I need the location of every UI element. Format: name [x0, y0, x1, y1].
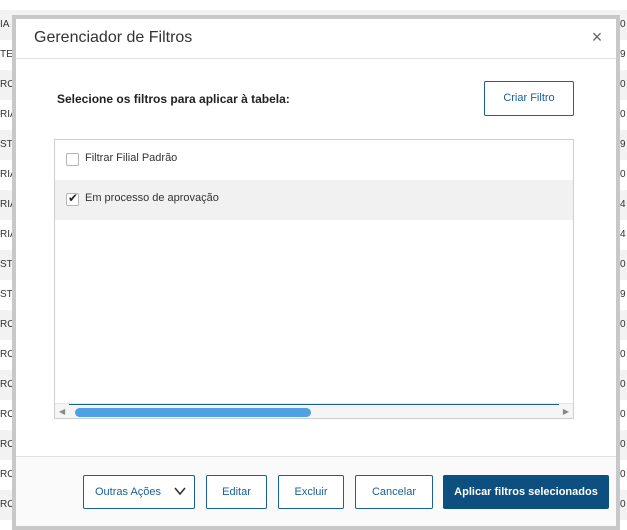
table-cell: 0 — [620, 379, 626, 390]
table-cell: RO — [0, 439, 12, 450]
filter-label: Filtrar Filial Padrão — [85, 152, 178, 164]
table-cell: RO — [0, 319, 12, 330]
table-cell: RIA — [0, 199, 12, 210]
list-item[interactable]: Filtrar Filial Padrão — [55, 140, 573, 180]
table-cell: ST — [0, 259, 12, 270]
scroll-right-icon[interactable]: ▶ — [563, 407, 569, 416]
scroll-left-icon[interactable]: ◀ — [59, 407, 65, 416]
create-filter-button[interactable]: Criar Filtro — [484, 81, 574, 116]
table-cell: 0 — [620, 79, 626, 90]
table-cell: RO — [0, 499, 12, 510]
table-cell: 9 — [620, 49, 626, 60]
table-cell: RIA — [0, 229, 12, 240]
table-cell: 0 — [620, 169, 626, 180]
table-cell: ST — [0, 289, 12, 300]
table-cell: RIA — [0, 109, 12, 120]
table-cell: 4 — [620, 229, 626, 240]
table-cell: RO — [0, 379, 12, 390]
table-cell: ST — [0, 139, 12, 150]
table-cell: 0 — [620, 409, 626, 420]
dialog-header: Gerenciador de Filtros × — [16, 19, 616, 59]
filter-label: Em processo de aprovação — [85, 192, 219, 204]
table-cell: 0 — [620, 19, 626, 30]
other-actions-label: Outras Ações — [95, 486, 162, 498]
table-cell: 0 — [620, 259, 626, 270]
filter-list: Filtrar Filial Padrão ✔ Em processo de a… — [54, 139, 574, 419]
delete-button[interactable]: Excluir — [278, 475, 344, 509]
table-cell: RIA — [0, 169, 12, 180]
table-cell: 9 — [620, 139, 626, 150]
table-cell: RO — [0, 349, 12, 360]
table-cell: 0 — [620, 319, 626, 330]
cancel-button[interactable]: Cancelar — [355, 475, 433, 509]
filter-checkbox[interactable] — [66, 153, 79, 166]
scrollbar-track — [69, 404, 559, 405]
table-cell: 0 — [620, 109, 626, 120]
table-cell: TE — [0, 49, 12, 60]
instructions-label: Selecione os filtros para aplicar à tabe… — [57, 92, 290, 106]
scrollbar-thumb[interactable] — [75, 408, 311, 417]
edit-button[interactable]: Editar — [206, 475, 267, 509]
filter-manager-dialog: Gerenciador de Filtros × Selecione os fi… — [16, 19, 616, 526]
chevron-down-icon — [174, 487, 186, 496]
close-icon[interactable]: × — [588, 27, 606, 47]
table-cell: RO — [0, 409, 12, 420]
dialog-title: Gerenciador de Filtros — [34, 29, 193, 46]
table-cell: 0 — [620, 469, 626, 480]
dialog-footer: Outras Ações Editar Excluir Cancelar Apl… — [16, 456, 616, 526]
list-item[interactable]: ✔ Em processo de aprovação — [55, 180, 573, 220]
table-cell: IA — [0, 19, 10, 30]
table-cell: RO — [0, 469, 12, 480]
table-cell: 0 — [620, 439, 626, 450]
checkmark-icon: ✔ — [68, 191, 79, 205]
table-cell: 0 — [620, 349, 626, 360]
horizontal-scrollbar[interactable]: ◀ ▶ — [55, 403, 573, 418]
table-cell: 4 — [620, 199, 626, 210]
filter-checkbox[interactable]: ✔ — [66, 191, 79, 206]
apply-filters-button[interactable]: Aplicar filtros selecionados — [443, 475, 609, 509]
other-actions-dropdown[interactable]: Outras Ações — [83, 475, 195, 509]
table-cell: 0 — [620, 499, 626, 510]
table-cell: 9 — [620, 289, 626, 300]
table-cell: RO — [0, 79, 12, 90]
